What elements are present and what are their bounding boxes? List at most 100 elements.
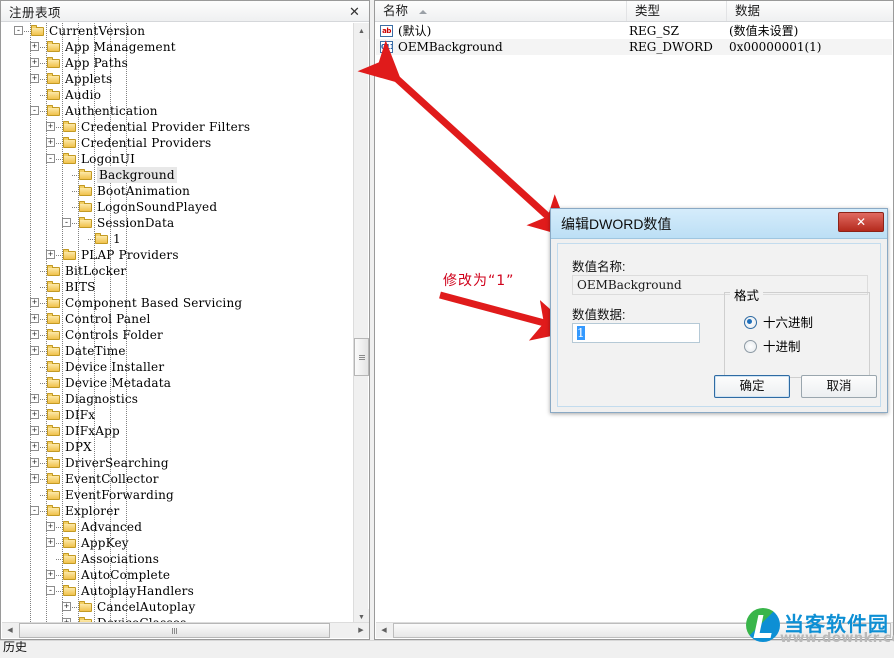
value-data-input[interactable]: 1 bbox=[572, 323, 700, 343]
tree-node-label: Applets bbox=[65, 72, 113, 86]
scroll-right-icon[interactable]: ▶ bbox=[353, 623, 369, 638]
collapse-icon[interactable]: - bbox=[14, 26, 23, 35]
collapse-icon[interactable]: - bbox=[30, 106, 39, 115]
folder-icon bbox=[46, 456, 62, 470]
tree-node-advanced[interactable]: + Advanced bbox=[2, 519, 354, 535]
expand-icon[interactable]: + bbox=[62, 602, 71, 611]
tree-node-currentversion[interactable]: - CurrentVersion bbox=[2, 23, 354, 39]
expand-icon[interactable]: + bbox=[46, 122, 55, 131]
radio-decimal[interactable]: 十进制 bbox=[744, 336, 801, 355]
tree-node-controls-folder[interactable]: + Controls Folder bbox=[2, 327, 354, 343]
value-data-text: 1 bbox=[577, 326, 585, 340]
expand-icon[interactable]: + bbox=[46, 138, 55, 147]
tree-node-label: CancelAutoplay bbox=[97, 600, 196, 614]
tree-horizontal-scrollbar[interactable]: ◀ ▶ bbox=[2, 622, 369, 638]
tree-node-driversearching[interactable]: + DriverSearching bbox=[2, 455, 354, 471]
tree-node-label: BootAnimation bbox=[97, 184, 191, 198]
column-header-name[interactable]: 名称 bbox=[375, 1, 627, 21]
expand-icon[interactable]: + bbox=[30, 42, 39, 51]
scroll-left-icon[interactable]: ◀ bbox=[376, 623, 392, 638]
folder-icon bbox=[62, 552, 78, 566]
value-name-label: 数值名称: bbox=[572, 260, 626, 274]
value-data: 0x00000001(1) bbox=[729, 40, 822, 54]
tree-node-autocomplete[interactable]: + AutoComplete bbox=[2, 567, 354, 583]
cancel-button[interactable]: 取消 bbox=[801, 375, 877, 398]
tree-node-dpx[interactable]: + DPX bbox=[2, 439, 354, 455]
tree-node-logonsoundplayed[interactable]: LogonSoundPlayed bbox=[2, 199, 354, 215]
expand-icon[interactable]: + bbox=[30, 474, 39, 483]
scroll-left-icon[interactable]: ◀ bbox=[2, 623, 18, 638]
tree-node-app-management[interactable]: + App Management bbox=[2, 39, 354, 55]
tree-node-bits[interactable]: BITS bbox=[2, 279, 354, 295]
table-row[interactable]: ab (默认) REG_SZ (数值未设置) bbox=[376, 23, 892, 39]
expand-icon[interactable]: + bbox=[30, 410, 39, 419]
expand-icon[interactable]: + bbox=[30, 314, 39, 323]
collapse-icon[interactable]: - bbox=[46, 154, 55, 163]
radio-hexadecimal[interactable]: 十六进制 bbox=[744, 312, 813, 331]
collapse-icon[interactable]: - bbox=[30, 506, 39, 515]
tree-node-cancelautoplay[interactable]: + CancelAutoplay bbox=[2, 599, 354, 615]
table-row[interactable]: 011 OEMBackground REG_DWORD 0x00000001(1… bbox=[376, 39, 892, 55]
tree-node-eventcollector[interactable]: + EventCollector bbox=[2, 471, 354, 487]
tree-node-bootanimation[interactable]: BootAnimation bbox=[2, 183, 354, 199]
tree-node-diagnostics[interactable]: + Diagnostics bbox=[2, 391, 354, 407]
tree-node-app-paths[interactable]: + App Paths bbox=[2, 55, 354, 71]
tree-node-1[interactable]: 1 bbox=[2, 231, 354, 247]
tree-node-plap-providers[interactable]: + PLAP Providers bbox=[2, 247, 354, 263]
tree-node-sessiondata[interactable]: - SessionData bbox=[2, 215, 354, 231]
tree-node-difxapp[interactable]: + DIFxApp bbox=[2, 423, 354, 439]
expand-icon[interactable]: + bbox=[30, 74, 39, 83]
tree-node-audio[interactable]: Audio bbox=[2, 87, 354, 103]
tree-node-device-metadata[interactable]: Device Metadata bbox=[2, 375, 354, 391]
registry-key-tree[interactable]: - CurrentVersion + App Management + App Paths… bbox=[2, 23, 354, 625]
scroll-up-icon[interactable]: ▲ bbox=[354, 23, 369, 39]
expand-icon[interactable]: + bbox=[46, 522, 55, 531]
tree-node-autoplayhandlers[interactable]: - AutoplayHandlers bbox=[2, 583, 354, 599]
dialog-close-button[interactable]: ✕ bbox=[838, 212, 884, 232]
tree-node-explorer[interactable]: - Explorer bbox=[2, 503, 354, 519]
tree-node-eventforwarding[interactable]: EventForwarding bbox=[2, 487, 354, 503]
expand-icon[interactable]: + bbox=[30, 346, 39, 355]
expand-icon[interactable]: + bbox=[30, 426, 39, 435]
close-icon: ✕ bbox=[855, 215, 867, 229]
expand-icon[interactable]: + bbox=[30, 330, 39, 339]
tree-node-applets[interactable]: + Applets bbox=[2, 71, 354, 87]
expand-icon[interactable]: + bbox=[30, 394, 39, 403]
tree-scrollbar-thumb[interactable] bbox=[354, 338, 369, 376]
expand-icon[interactable]: + bbox=[30, 458, 39, 467]
expand-icon[interactable]: + bbox=[30, 298, 39, 307]
collapse-icon[interactable]: - bbox=[46, 586, 55, 595]
expand-icon[interactable]: + bbox=[30, 58, 39, 67]
tree-node-authentication[interactable]: - Authentication bbox=[2, 103, 354, 119]
tree-hscrollbar-thumb[interactable] bbox=[19, 623, 330, 638]
tree-vertical-scrollbar[interactable]: ▲ ▼ bbox=[353, 23, 369, 625]
tree-node-control-panel[interactable]: + Control Panel bbox=[2, 311, 354, 327]
expand-icon[interactable]: + bbox=[46, 570, 55, 579]
tree-node-difx[interactable]: + DIFx bbox=[2, 407, 354, 423]
tree-node-datetime[interactable]: + DateTime bbox=[2, 343, 354, 359]
tree-node-label: Diagnostics bbox=[65, 392, 139, 406]
tree-node-component-based-servicing[interactable]: + Component Based Servicing bbox=[2, 295, 354, 311]
tree-node-credential-providers[interactable]: + Credential Providers bbox=[2, 135, 354, 151]
tree-node-label: DateTime bbox=[65, 344, 126, 358]
tree-node-logonui[interactable]: - LogonUI bbox=[2, 151, 354, 167]
expand-icon[interactable]: + bbox=[46, 250, 55, 259]
tree-node-label: Controls Folder bbox=[65, 328, 163, 342]
column-header-type[interactable]: 类型 bbox=[627, 1, 727, 21]
column-header-data[interactable]: 数据 bbox=[727, 1, 893, 21]
close-icon[interactable]: ✕ bbox=[346, 3, 363, 20]
tree-node-credential-provider-filters[interactable]: + Credential Provider Filters bbox=[2, 119, 354, 135]
tree-node-associations[interactable]: Associations bbox=[2, 551, 354, 567]
watermark: 当客软件园 www.downkr.com bbox=[740, 602, 894, 654]
tree-node-device-installer[interactable]: Device Installer bbox=[2, 359, 354, 375]
tree-node-appkey[interactable]: + AppKey bbox=[2, 535, 354, 551]
collapse-icon[interactable]: - bbox=[62, 218, 71, 227]
expand-icon[interactable]: + bbox=[30, 442, 39, 451]
tree-node-label: AutoplayHandlers bbox=[81, 584, 194, 598]
ok-button[interactable]: 确定 bbox=[714, 375, 790, 398]
expand-icon[interactable]: + bbox=[46, 538, 55, 547]
tree-node-background[interactable]: Background bbox=[2, 167, 354, 183]
tree-node-bitlocker[interactable]: BitLocker bbox=[2, 263, 354, 279]
tree-node-label: Associations bbox=[81, 552, 160, 566]
tree-node-label: Authentication bbox=[65, 104, 158, 118]
